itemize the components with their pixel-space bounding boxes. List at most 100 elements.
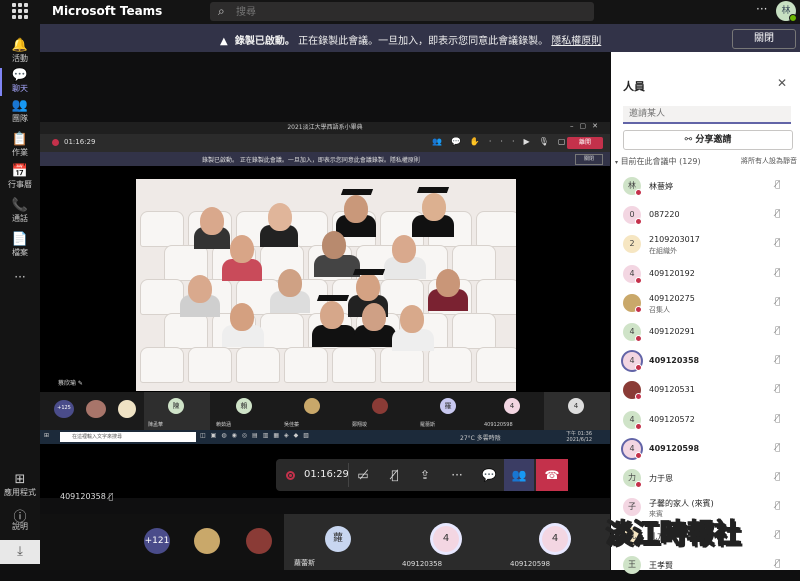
rail-item-apps[interactable]: ⊞ 應用程式 (0, 472, 40, 498)
participant-item[interactable]: 力 力于恩 🎙̸ (611, 464, 800, 493)
presence-dot (635, 393, 642, 401)
warning-icon: ▲ (220, 36, 228, 47)
participants-icon[interactable]: 👥 (504, 459, 534, 491)
mic-off-icon[interactable]: 🎙̸ (775, 384, 780, 394)
share-label: 分享邀請 (695, 135, 732, 145)
mic-off-icon[interactable]: 🎙̸ (775, 472, 780, 482)
more-apps-icon[interactable]: ··· (0, 270, 40, 284)
mic-off-icon[interactable]: 🎙̸ (775, 180, 780, 190)
close-icon[interactable]: ✕ (777, 76, 787, 90)
hang-up-button[interactable]: ☎ (536, 459, 568, 491)
avatar-initial: 力 (628, 472, 636, 482)
avatar-photo (623, 381, 642, 401)
app-rail: 🔔 活動 💬 聊天 👥 團隊 📋 作業 📅 行事曆 📞 通話 📄 檔案 ··· ⊞ 應用程式 ⓘ… (0, 24, 40, 570)
share-invite-button[interactable]: ⚯ 分享邀請 (623, 130, 793, 150)
rail-item-calendar[interactable]: 📅 行事曆 (0, 164, 40, 190)
gallery-tile[interactable]: 4 409120358 (392, 514, 500, 570)
more-actions-icon[interactable]: ··· (442, 459, 472, 491)
rail-item-chat[interactable]: 💬 聊天 (0, 68, 40, 96)
avatar-initial: 4 (629, 443, 635, 453)
recording-icon (52, 139, 59, 146)
participant-item[interactable]: 2 2109203017 在組織外 🎙̸ (611, 230, 800, 259)
mic-off-icon[interactable]: 🎙̸ (380, 459, 410, 491)
taskbar-app-icons: ◫▣◍◉◎▤▥▦◈◆▧ (200, 432, 314, 439)
overflow-count[interactable]: +121 (144, 528, 170, 554)
more-options-icon[interactable]: ··· (756, 2, 767, 16)
gallery-tile[interactable]: 4 409120598 (500, 514, 610, 570)
mute-all-link[interactable]: 將所有人設為靜音 (741, 156, 797, 166)
participant-role: 召集人 (649, 305, 670, 314)
rail-item-files[interactable]: 📄 檔案 (0, 232, 40, 258)
app-launcher-icon[interactable] (12, 3, 28, 19)
mic-off-icon[interactable]: 🎙̸ (775, 326, 780, 336)
search-input[interactable] (234, 4, 578, 21)
invite-input[interactable] (623, 106, 791, 124)
avatar: 力 (623, 468, 642, 488)
gallery-tile[interactable]: 蘿 蘿蕾斯 (284, 514, 392, 570)
share-screen-icon[interactable]: ⇪ (410, 459, 440, 491)
clock-date: 2021/6/12 (566, 437, 592, 443)
participant-item[interactable]: 0 087220 🎙̸ (611, 201, 800, 230)
participant-item[interactable]: 409120275 召集人 🎙̸ (611, 289, 800, 318)
thumb-photo (304, 398, 320, 414)
avatar: 4 (623, 264, 642, 284)
title-bar: Microsoft Teams ⌕ ··· 林 (0, 0, 800, 24)
mic-off-icon[interactable]: 🎙̸ (775, 268, 780, 278)
tile-initial: 4 (433, 526, 459, 552)
participant-item[interactable]: 4 409120192 🎙̸ (611, 260, 800, 289)
windows-start-icon: ⊞ (44, 432, 50, 439)
rail-item-teams[interactable]: 👥 團隊 (0, 98, 40, 124)
participant-item[interactable]: 4 409120572 🎙̸ (611, 406, 800, 435)
mic-off-icon[interactable]: 🎙̸ (775, 209, 780, 219)
avatar-initial: 4 (629, 268, 635, 278)
mic-off-icon[interactable]: 🎙̸ (775, 297, 780, 307)
bell-icon: 🔔 (11, 38, 29, 53)
download-icon[interactable]: ⤓ (0, 540, 40, 564)
mic-off-icon[interactable]: 🎙̸ (775, 443, 780, 453)
participant-item[interactable]: 4 409120598 🎙̸ (611, 435, 800, 464)
thumb-photo (372, 398, 388, 414)
avatar-initial: 4 (629, 356, 635, 366)
participant-item[interactable]: 王王孝賢 🎙̸ (611, 551, 800, 580)
participant-photo[interactable] (246, 528, 272, 554)
participant-gallery: +121 蘿 蘿蕾斯 4 409120358 4 409120598 (40, 514, 610, 570)
profile-avatar[interactable]: 林 (776, 1, 797, 22)
shared-participant-strip: +125 陳陳孟華 賴賴茹涵 吳佳蓁 鄭翔竣 羅羅蕾斯 4 409120598 4 (40, 392, 610, 430)
mic-off-icon[interactable]: 🎙̸ (775, 501, 780, 511)
in-meeting-section[interactable]: ▾ 目前在此會議中 (129) 將所有人設為靜音 (615, 156, 797, 167)
avatar-initial: 子 (628, 502, 636, 512)
shared-thumb-tile: 4 (544, 392, 610, 430)
participant-item[interactable]: 409120531 🎙̸ (611, 376, 800, 405)
shared-screen: 2021淡江大學西語系小畢典 –▢✕ 01:16:29 👥💬✋···▶🎙▢ 離開… (40, 122, 610, 498)
presence-dot (635, 189, 642, 196)
thumb-label: 409120598 (484, 422, 513, 428)
chat-icon[interactable]: 💬 (474, 459, 504, 491)
banner-close-button[interactable]: 關閉 (732, 29, 796, 49)
rail-item-help[interactable]: ⓘ 說明 (0, 506, 40, 532)
mic-off-icon[interactable]: 🎙̸ (775, 559, 780, 569)
chat-icon: 💬 (11, 68, 29, 83)
taskbar-search: 在這裡輸入文字來搜尋 (60, 432, 196, 442)
participant-photo[interactable] (194, 528, 220, 554)
mic-off-icon[interactable]: 🎙̸ (775, 238, 780, 248)
camera-off-icon[interactable]: ▭̸ (348, 459, 378, 491)
avatar: 林 (623, 177, 642, 196)
newspaper-watermark: 淡江時報社 (605, 518, 741, 550)
mic-off-icon[interactable]: 🎙̸ (775, 355, 780, 365)
avatar-initial: 4 (629, 326, 635, 336)
meeting-controls: 01:16:29 ▭̸ 🎙̸ ⇪ ··· 💬 👥 ☎ (276, 459, 568, 491)
panel-title: 人員 (623, 80, 645, 93)
rail-item-activity[interactable]: 🔔 活動 (0, 38, 40, 64)
mic-off-icon[interactable]: 🎙̸ (775, 414, 780, 424)
rail-item-assignments[interactable]: 📋 作業 (0, 132, 40, 158)
avatar-initial: 2 (629, 239, 635, 249)
shared-leave-button: 離開 (567, 137, 603, 149)
assignments-icon: 📋 (11, 132, 29, 147)
participant-item[interactable]: 4 409120358 🎙̸ (611, 347, 800, 376)
participant-item[interactable]: 4 409120291 🎙̸ (611, 318, 800, 347)
search-box[interactable]: ⌕ (210, 2, 594, 21)
participant-item[interactable]: 林 林薏婷 🎙̸ (611, 172, 800, 201)
privacy-link[interactable]: 隱私權原則 (551, 36, 601, 47)
avatar-initial: 林 (628, 181, 636, 190)
rail-item-calls[interactable]: 📞 通話 (0, 198, 40, 224)
